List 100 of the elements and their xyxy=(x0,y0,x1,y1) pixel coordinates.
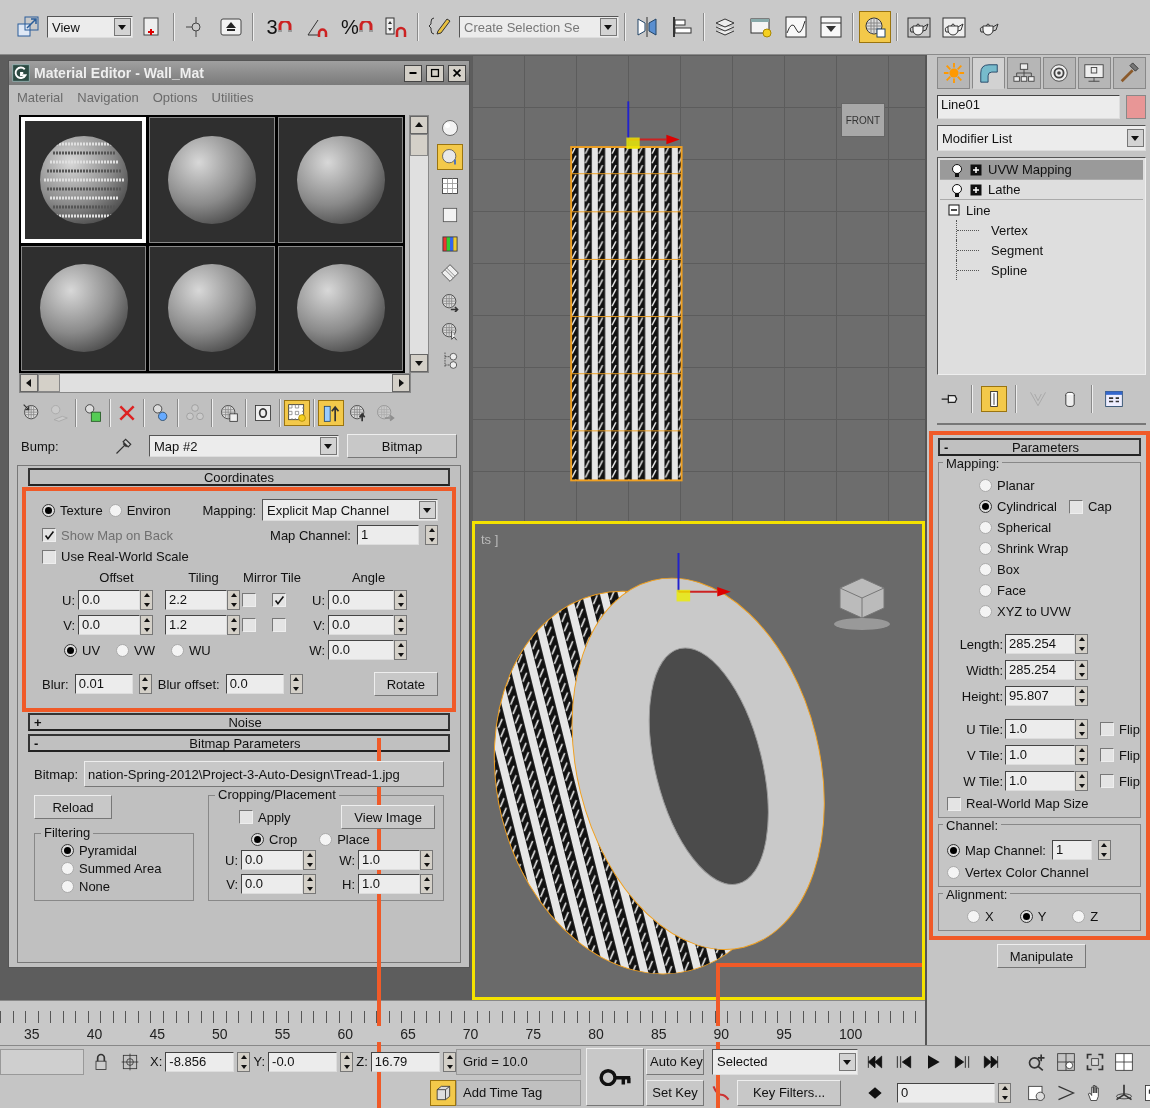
sample-sphere-slot[interactable] xyxy=(277,117,404,243)
number-field[interactable]: 0.0 xyxy=(241,874,303,894)
coordinate-field[interactable]: -0.0 xyxy=(268,1051,338,1072)
spinner-arrows[interactable] xyxy=(425,525,438,545)
radio-button[interactable]: X xyxy=(967,909,994,924)
radio-button[interactable]: Place xyxy=(319,832,370,847)
spinner-arrows[interactable] xyxy=(420,850,433,870)
radio-button[interactable]: Face xyxy=(979,583,1134,598)
auto-key-button[interactable]: Auto Key xyxy=(646,1048,704,1075)
number-field[interactable]: 0.0 xyxy=(225,674,284,694)
spinner-arrows[interactable] xyxy=(227,615,240,635)
selection-set-dropdown[interactable]: Create Selection Se xyxy=(459,16,619,38)
radio-button[interactable]: Crop xyxy=(251,832,298,847)
radio-button[interactable]: Vertex Color Channel xyxy=(947,865,1134,880)
stack-item[interactable]: Lathe xyxy=(940,180,1143,200)
key-set-dropdown[interactable]: Selected xyxy=(712,1048,858,1075)
stack-item[interactable]: UVW Mapping xyxy=(940,160,1143,180)
number-field[interactable]: 1 xyxy=(357,525,419,545)
rollout-header[interactable]: Coordinates xyxy=(28,468,450,486)
radio-button[interactable]: Summed Area xyxy=(61,861,185,876)
checkbox[interactable]: Apply xyxy=(239,809,291,825)
radio-button[interactable]: Texture xyxy=(42,502,103,518)
stack-item[interactable]: Line xyxy=(940,200,1143,220)
sphere-light-icon[interactable] xyxy=(437,144,463,170)
number-field[interactable]: 0.0 xyxy=(241,850,303,870)
number-field[interactable]: 1.0 xyxy=(1005,719,1075,739)
number-field[interactable]: 1.0 xyxy=(1005,745,1075,765)
pillar-icon[interactable] xyxy=(981,386,1007,412)
target-icon[interactable] xyxy=(1042,57,1076,89)
number-field[interactable]: 1.0 xyxy=(358,850,420,870)
radio-button[interactable]: Spherical xyxy=(979,520,1134,535)
number-field[interactable]: 0.0 xyxy=(78,590,140,610)
spinner-arrows[interactable] xyxy=(1097,840,1111,860)
stack-item[interactable]: Segment xyxy=(956,240,1143,260)
coordinate-field[interactable]: 16.79 xyxy=(370,1051,440,1072)
checkbox[interactable]: Use Real-World Scale xyxy=(42,549,438,564)
number-field[interactable]: 2.2 xyxy=(165,590,227,610)
checkbox[interactable]: Real-World Map Size xyxy=(947,796,1134,811)
stack-item[interactable]: Spline xyxy=(956,260,1143,280)
spinner-arrows[interactable] xyxy=(303,850,316,870)
radio-button[interactable]: Map Channel: xyxy=(947,842,1046,858)
number-field[interactable]: 1.0 xyxy=(358,874,420,894)
rotate-button[interactable]: Rotate xyxy=(373,672,438,696)
spinner-arrows[interactable] xyxy=(1075,686,1088,706)
number-field[interactable]: 0.0 xyxy=(328,615,394,635)
radio-button[interactable]: Box xyxy=(979,562,1134,577)
sample-sphere-slot[interactable] xyxy=(149,245,275,371)
number-field[interactable]: 0.01 xyxy=(74,674,133,694)
sample-sphere-slot[interactable] xyxy=(149,117,275,243)
hierarchy-icon[interactable] xyxy=(1007,57,1041,89)
spinner-arrows[interactable] xyxy=(227,590,240,610)
view-cube[interactable]: FRONT xyxy=(841,103,885,137)
hammer-icon[interactable] xyxy=(1112,57,1147,89)
key-filters-button[interactable]: Key Filters... xyxy=(737,1079,841,1106)
radio-button[interactable]: Pyramidal xyxy=(61,843,185,858)
spinner-arrows[interactable] xyxy=(394,590,407,610)
spinner-arrows[interactable] xyxy=(443,1051,456,1072)
number-field[interactable]: 285.254 xyxy=(1005,660,1075,680)
spinner-arrows[interactable] xyxy=(1075,634,1088,654)
spinner-arrows[interactable] xyxy=(1075,771,1088,791)
checker-bulb-icon[interactable] xyxy=(284,400,310,426)
rollout-header[interactable]: + Noise xyxy=(28,713,450,731)
curve-icon[interactable] xyxy=(972,57,1006,89)
scrollbar[interactable] xyxy=(19,373,411,393)
monitor-icon[interactable] xyxy=(1077,57,1111,89)
spinner-arrows[interactable] xyxy=(138,674,152,694)
radio-button[interactable]: UV xyxy=(64,642,101,658)
key-mode-button[interactable] xyxy=(586,1048,644,1106)
number-field[interactable]: 0.0 xyxy=(328,640,394,660)
map-type-button[interactable]: Bitmap xyxy=(347,434,457,458)
scrollbar[interactable] xyxy=(409,115,429,373)
spinner-arrows[interactable] xyxy=(237,1051,251,1072)
radio-button[interactable]: Z xyxy=(1072,909,1099,924)
maximize-button[interactable] xyxy=(426,64,444,82)
spinner-arrows[interactable] xyxy=(998,1082,1011,1103)
number-field[interactable]: 0.0 xyxy=(78,615,140,635)
number-field[interactable]: 0.0 xyxy=(328,590,394,610)
spinner-arrows[interactable] xyxy=(394,615,407,635)
sample-sphere-slot[interactable] xyxy=(277,245,404,371)
view-image-button[interactable]: View Image xyxy=(341,805,435,829)
minimize-button[interactable] xyxy=(404,64,422,82)
modifier-list-dropdown[interactable]: Modifier List xyxy=(937,125,1146,151)
name-field[interactable]: Line01 xyxy=(937,95,1120,119)
radio-button[interactable]: XYZ to UVW xyxy=(979,604,1134,619)
radio-button[interactable]: None xyxy=(61,879,185,894)
mapping-dropdown[interactable]: Explicit Map Channel xyxy=(262,499,438,521)
radio-button[interactable]: Planar xyxy=(979,478,1134,493)
manipulate-button[interactable]: Manipulate xyxy=(996,944,1087,968)
spinner-arrows[interactable] xyxy=(340,1051,354,1072)
frame-field[interactable]: 0 xyxy=(897,1082,995,1103)
checkbox[interactable]: Flip xyxy=(1100,721,1140,737)
spinner-arrows[interactable] xyxy=(140,590,153,610)
set-key-button[interactable]: Set Key xyxy=(646,1079,704,1106)
radio-button[interactable]: VW xyxy=(116,642,155,658)
color-swatch[interactable] xyxy=(1126,95,1146,119)
file-path-button[interactable]: nation-Spring-2012\Project-3-Auto-Design\Tread-1.jpg xyxy=(84,761,444,787)
view-dropdown[interactable]: View xyxy=(47,16,133,38)
number-field[interactable]: 95.807 xyxy=(1005,686,1075,706)
rollout-header[interactable]: - Bitmap Parameters xyxy=(28,734,450,752)
spinner-arrows[interactable] xyxy=(289,674,303,694)
